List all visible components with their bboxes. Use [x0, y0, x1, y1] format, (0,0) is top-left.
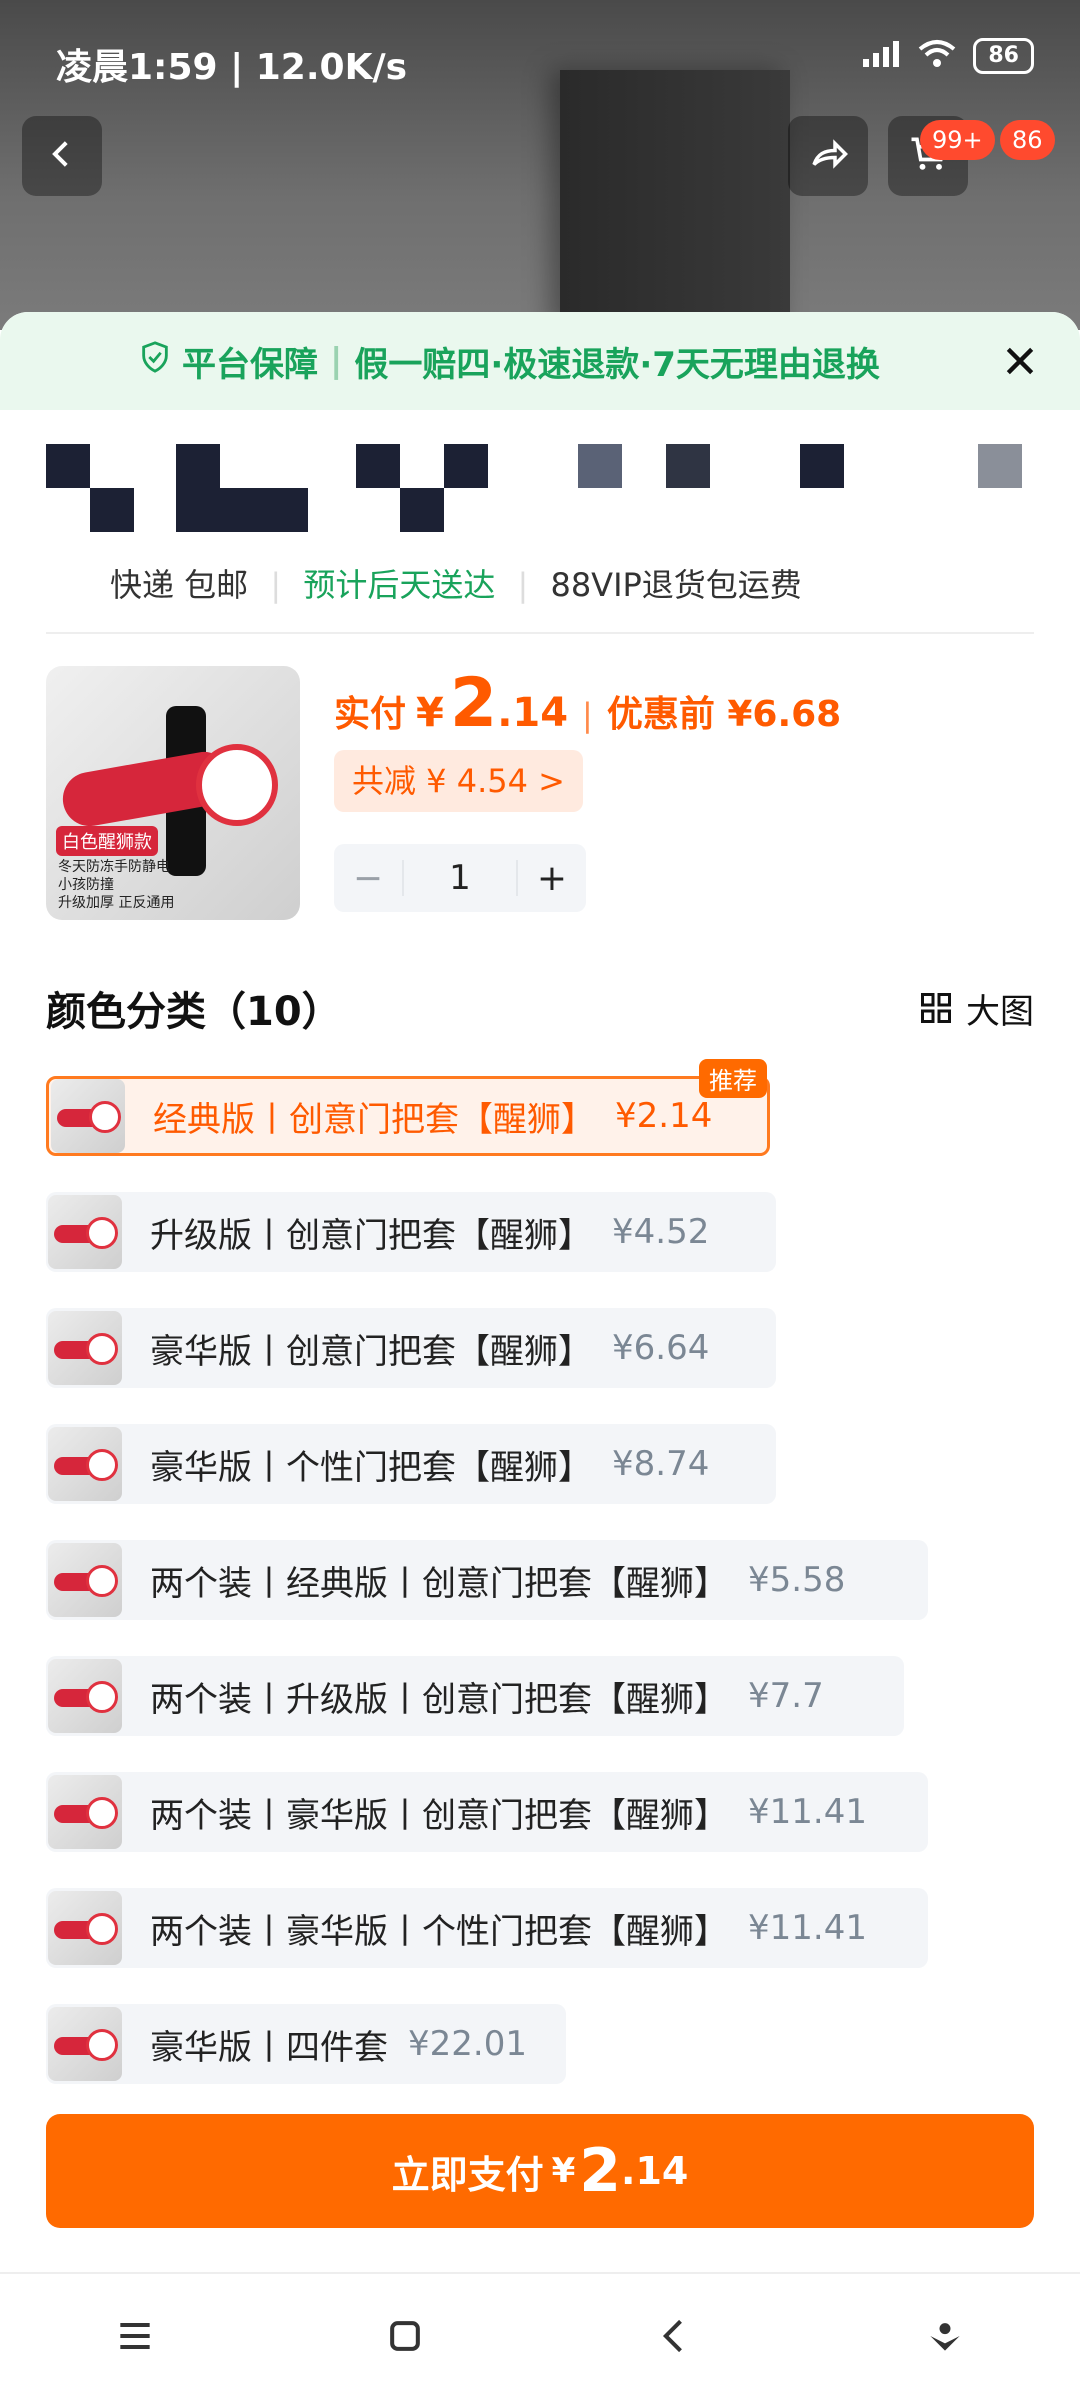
price-integer: 2: [449, 664, 498, 743]
shipping-eta: 预计后天送达: [303, 566, 496, 604]
variant-price: ¥11.41: [748, 1908, 867, 1948]
variant-name: 两个装丨豪华版丨创意门把套【醒狮】: [150, 1795, 728, 1836]
variant-price: ¥4.52: [612, 1212, 710, 1252]
platform-guarantee-bar: 平台保障 | 假一赔四·极速退款·7天无理由退换: [0, 312, 1080, 410]
home-icon[interactable]: [383, 2314, 427, 2362]
decrease-button[interactable]: −: [334, 858, 402, 899]
thumbnail-tag: 白色醒狮款: [56, 826, 158, 856]
variant-option[interactable]: 两个装丨升级版丨创意门把套【醒狮】 ¥7.7: [46, 1656, 904, 1736]
variant-thumbnail: [48, 1659, 122, 1733]
back-arrow-icon: [45, 137, 79, 175]
guarantee-text: 假一赔四·极速退款·7天无理由退换: [354, 344, 880, 385]
variant-price: ¥22.01: [408, 2024, 527, 2064]
increase-button[interactable]: +: [518, 858, 586, 899]
guarantee-title: 平台保障: [182, 344, 318, 385]
variant-option[interactable]: 升级版丨创意门把套【醒狮】 ¥4.52: [46, 1192, 776, 1272]
variant-name: 经典版丨创意门把套【醒狮】: [153, 1099, 595, 1140]
variant-price: ¥11.41: [748, 1792, 867, 1832]
message-badge: 86: [1000, 120, 1055, 160]
variant-option[interactable]: 两个装丨豪华版丨创意门把套【醒狮】 ¥11.41: [46, 1772, 928, 1852]
variant-option[interactable]: 豪华版丨四件套 ¥22.01: [46, 2004, 566, 2084]
large-image-toggle[interactable]: 大图: [918, 984, 1034, 1033]
variant-section-title: 颜色分类（10）: [46, 989, 342, 1035]
quantity-value[interactable]: 1: [402, 860, 518, 896]
variant-name: 两个装丨豪华版丨个性门把套【醒狮】: [150, 1911, 728, 1952]
variant-thumbnail: [48, 1775, 122, 1849]
variant-thumbnail: [48, 2007, 122, 2081]
shipping-express: 快递 包邮: [110, 566, 249, 604]
battery-indicator: 86: [973, 38, 1034, 74]
variant-price: ¥7.7: [748, 1676, 824, 1716]
thumbnail-bullets: 冬天防冻手防静电 小孩防撞 升级加厚 正反通用: [58, 858, 174, 912]
sku-sheet: 平台保障 | 假一赔四·极速退款·7天无理由退换 快递 包邮 | 预计后天送达 …: [0, 312, 1080, 2400]
status-time: 凌晨1:59 | 12.0K/s: [56, 47, 408, 88]
thumbnail-bullet: 升级加厚 正反通用: [58, 895, 175, 911]
pay-now-integer: 2: [579, 2136, 622, 2206]
quantity-stepper[interactable]: − 1 +: [334, 844, 586, 912]
variant-option[interactable]: 经典版丨创意门把套【醒狮】 ¥2.14 推荐: [46, 1059, 770, 1156]
shipping-info: 快递 包邮 | 预计后天送达 | 88VIP退货包运费: [110, 560, 802, 606]
grid-icon: [918, 990, 954, 1026]
share-button[interactable]: [788, 116, 868, 196]
discount-badge[interactable]: 共减 ¥ 4.54 >: [334, 750, 583, 812]
variant-name: 豪华版丨个性门把套【醒狮】: [150, 1447, 592, 1488]
pay-now-decimal: .14: [621, 2149, 689, 2193]
redacted-mosaic: [46, 444, 1026, 534]
currency-symbol: ¥: [416, 690, 444, 736]
assistant-icon[interactable]: [923, 2314, 967, 2362]
variant-section-header: 颜色分类（10） 大图: [46, 978, 1034, 1038]
wifi-icon: [917, 39, 957, 73]
share-icon: [807, 133, 849, 179]
back-icon[interactable]: [653, 2314, 697, 2362]
pay-now-label: 立即支付: [391, 2152, 544, 2197]
system-navigation-bar: [0, 2272, 1080, 2402]
variant-name: 豪华版丨四件套: [150, 2027, 388, 2068]
price-decimal: .14: [497, 690, 569, 736]
variant-name: 两个装丨升级版丨创意门把套【醒狮】: [150, 1679, 728, 1720]
large-image-label: 大图: [966, 991, 1034, 1032]
price-before-discount: 优惠前 ¥6.68: [606, 694, 842, 735]
lion-head-image: [196, 744, 278, 826]
shipping-separator: |: [270, 566, 282, 604]
variant-thumbnail: [48, 1427, 122, 1501]
divider: [46, 632, 1034, 634]
guarantee-separator: |: [330, 341, 343, 381]
status-bar: 凌晨1:59 | 12.0K/s 86: [0, 0, 1080, 110]
pay-now-button[interactable]: 立即支付 ¥ 2 .14: [46, 2114, 1034, 2228]
variant-price: ¥8.74: [612, 1444, 710, 1484]
pay-label: 实付: [334, 694, 407, 735]
price-block: 实付 ¥ 2 .14 | 优惠前 ¥6.68: [334, 670, 841, 738]
variant-price: ¥5.58: [748, 1560, 846, 1600]
variant-price: ¥6.64: [612, 1328, 710, 1368]
variant-name: 两个装丨经典版丨创意门把套【醒狮】: [150, 1563, 728, 1604]
back-button[interactable]: [22, 116, 102, 196]
variant-thumbnail: [51, 1079, 125, 1153]
menu-icon[interactable]: [113, 2314, 157, 2362]
variant-name: 豪华版丨创意门把套【醒狮】: [150, 1331, 592, 1372]
variant-thumbnail: [48, 1543, 122, 1617]
variant-name: 升级版丨创意门把套【醒狮】: [150, 1215, 592, 1256]
pay-now-currency: ¥: [551, 2151, 576, 2191]
shield-check-icon: [138, 340, 172, 383]
variant-option[interactable]: 豪华版丨创意门把套【醒狮】 ¥6.64: [46, 1308, 776, 1388]
shipping-separator: |: [517, 566, 529, 604]
variant-option[interactable]: 两个装丨豪华版丨个性门把套【醒狮】 ¥11.41: [46, 1888, 928, 1968]
variant-thumbnail: [48, 1891, 122, 1965]
variant-thumbnail: [48, 1195, 122, 1269]
price-separator: |: [582, 696, 593, 734]
status-icons: 86: [861, 38, 1034, 74]
shipping-vip: 88VIP退货包运费: [550, 566, 802, 604]
product-thumbnail[interactable]: 白色醒狮款 冬天防冻手防静电 小孩防撞 升级加厚 正反通用: [46, 666, 300, 920]
variant-price: ¥2.14: [615, 1096, 713, 1136]
thumbnail-bullet: 小孩防撞: [58, 877, 114, 893]
cart-badge: 99+: [920, 120, 995, 160]
variant-option[interactable]: 豪华版丨个性门把套【醒狮】 ¥8.74: [46, 1424, 776, 1504]
variant-option[interactable]: 两个装丨经典版丨创意门把套【醒狮】 ¥5.58: [46, 1540, 928, 1620]
thumbnail-bullet: 冬天防冻手防静电: [58, 859, 170, 875]
signal-icon: [861, 39, 901, 73]
recommended-badge: 推荐: [699, 1059, 767, 1098]
close-icon[interactable]: [1000, 341, 1040, 381]
variant-thumbnail: [48, 1311, 122, 1385]
